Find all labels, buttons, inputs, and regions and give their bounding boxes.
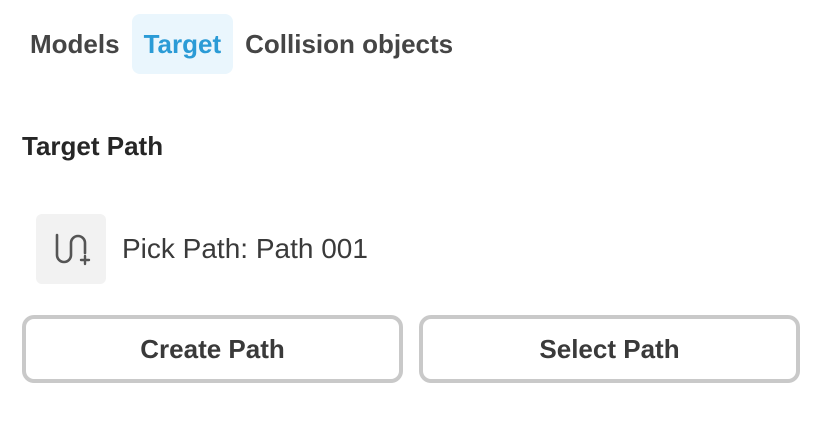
path-add-icon xyxy=(55,233,91,266)
select-path-button[interactable]: Select Path xyxy=(419,315,800,383)
create-path-button[interactable]: Create Path xyxy=(22,315,403,383)
tab-bar: Models Target Collision objects xyxy=(18,14,465,74)
tab-target[interactable]: Target xyxy=(131,14,234,74)
tab-models[interactable]: Models xyxy=(18,14,132,74)
pick-path-row: Pick Path: Path 001 xyxy=(36,214,368,284)
pick-path-button[interactable] xyxy=(36,214,106,284)
section-title: Target Path xyxy=(22,131,164,161)
pick-path-label: Pick Path: Path 001 xyxy=(122,233,368,264)
tab-collision-objects[interactable]: Collision objects xyxy=(233,14,465,74)
